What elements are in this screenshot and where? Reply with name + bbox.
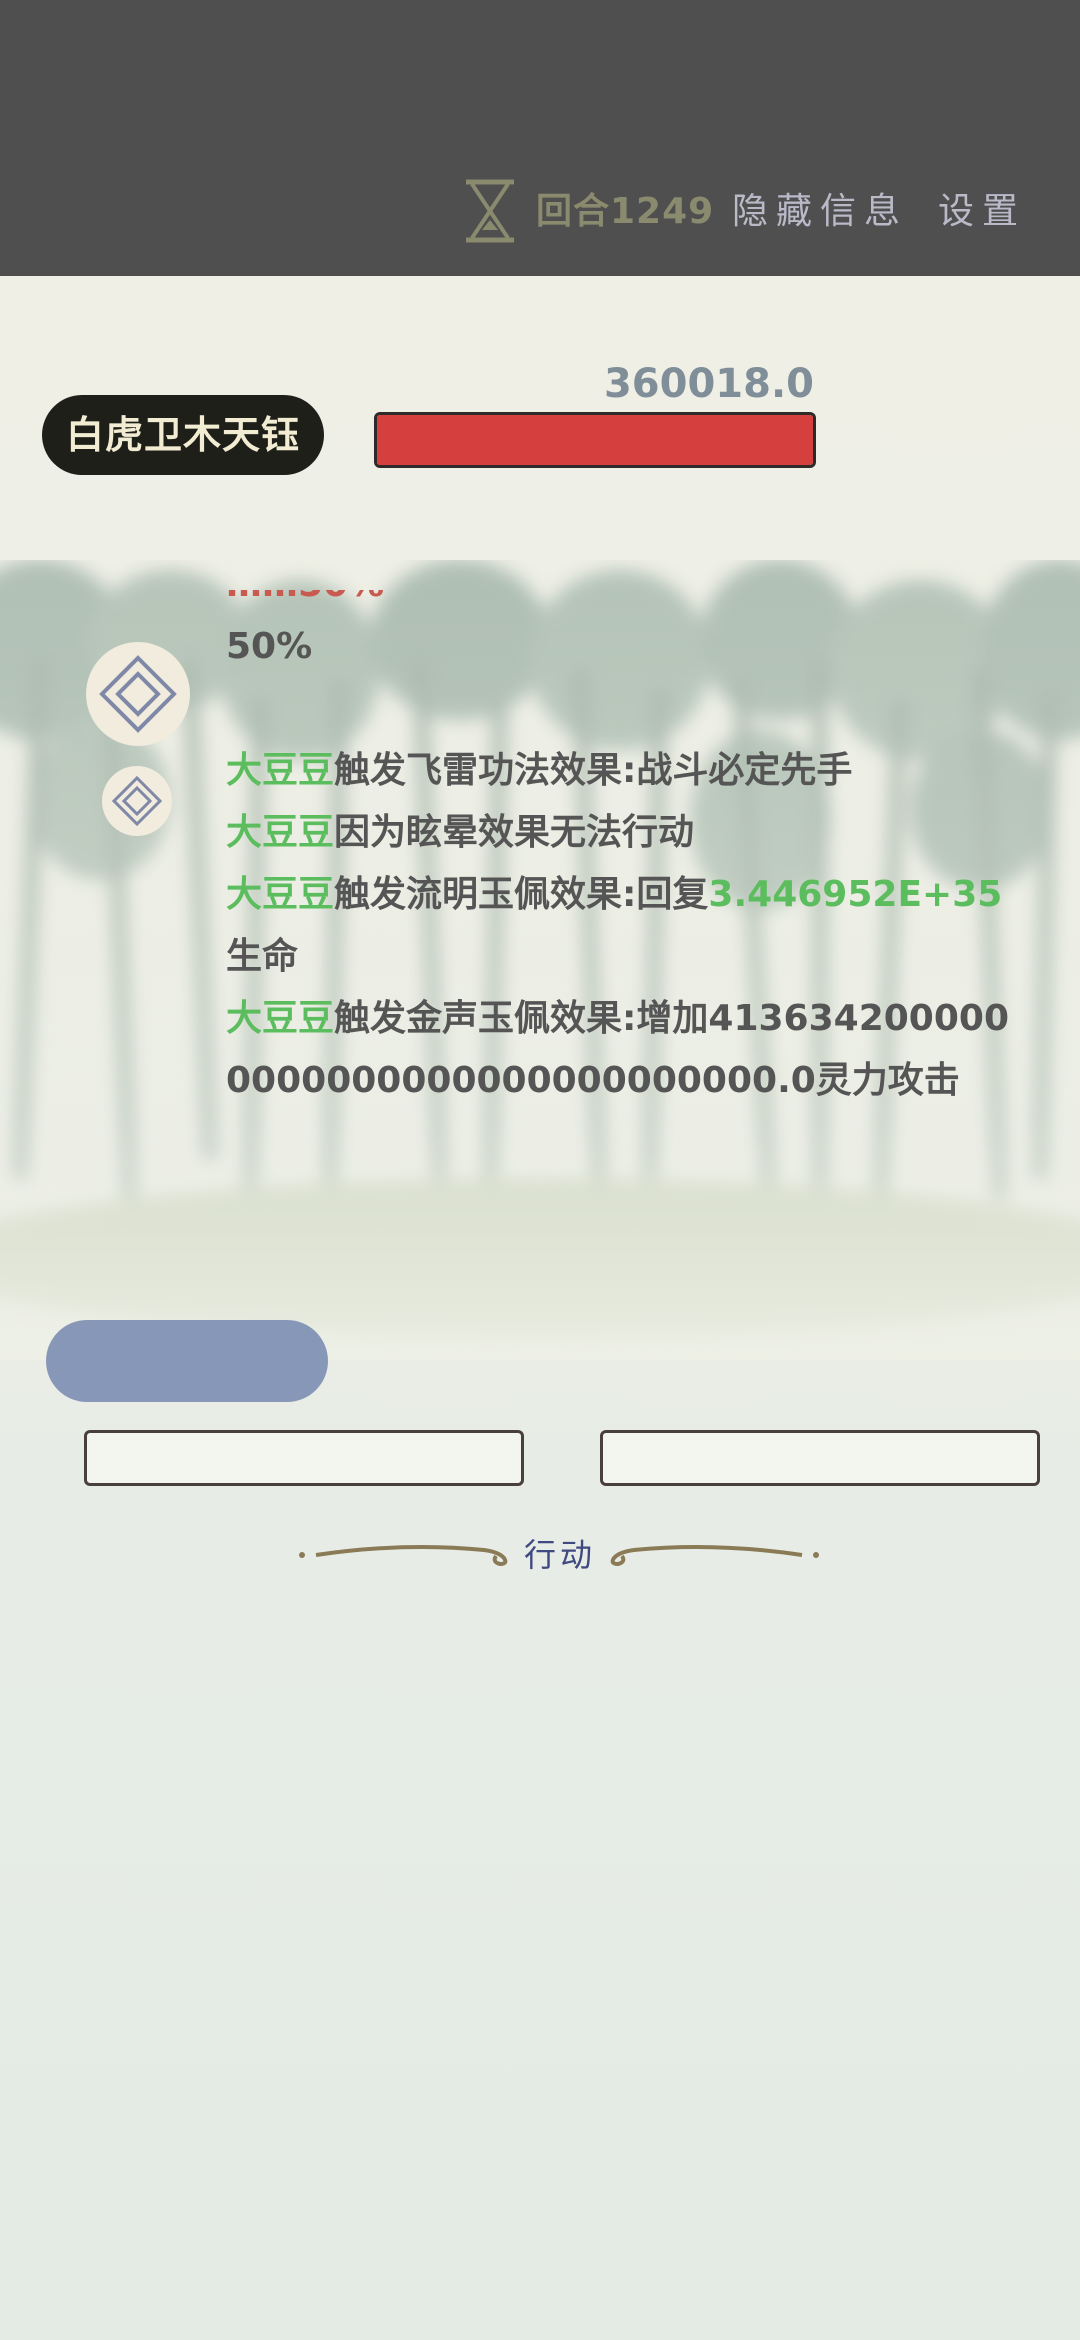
enemy-name-badge: 白虎卫木天钰 <box>42 395 324 475</box>
enemy-hp-value: 360018.0 <box>603 361 814 407</box>
log-line: 大豆豆触发流明玉佩效果:回复3.446952E+35生命 <box>226 874 1003 977</box>
action-slot-right[interactable] <box>600 1430 1040 1486</box>
round-counter: 回合1249 <box>536 191 715 232</box>
top-bar: 回合1249 隐藏信息 设置 <box>0 0 1080 276</box>
hourglass-icon <box>466 179 514 243</box>
enemy-hp-fill <box>377 415 813 465</box>
settings-button[interactable]: 设置 <box>938 188 1026 236</box>
action-pill-button[interactable] <box>46 1320 328 1402</box>
action-slot-left[interactable] <box>84 1430 524 1486</box>
hide-info-button[interactable]: 隐藏信息 <box>732 188 908 236</box>
log-clipped-line: ……50% <box>226 590 1016 616</box>
log-line: 大豆豆触发飞雷功法效果:战斗必定先手 <box>226 750 853 791</box>
log-line: 大豆豆因为眩晕效果无法行动 <box>226 812 695 853</box>
skill-diamond-icon[interactable] <box>86 642 190 746</box>
skill-diamond-small-icon[interactable] <box>102 766 172 836</box>
log-line: 50% <box>226 626 313 667</box>
enemy-hp-bar <box>374 412 816 468</box>
action-section-label: 行动 <box>523 1536 596 1574</box>
battle-log: ……50% 50% 大豆豆触发飞雷功法效果:战斗必定先手 大豆豆因为眩晕效果无法… <box>226 590 1016 1190</box>
log-line: 大豆豆触发金声玉佩效果:增加41363420000000000000000000… <box>226 998 1009 1101</box>
